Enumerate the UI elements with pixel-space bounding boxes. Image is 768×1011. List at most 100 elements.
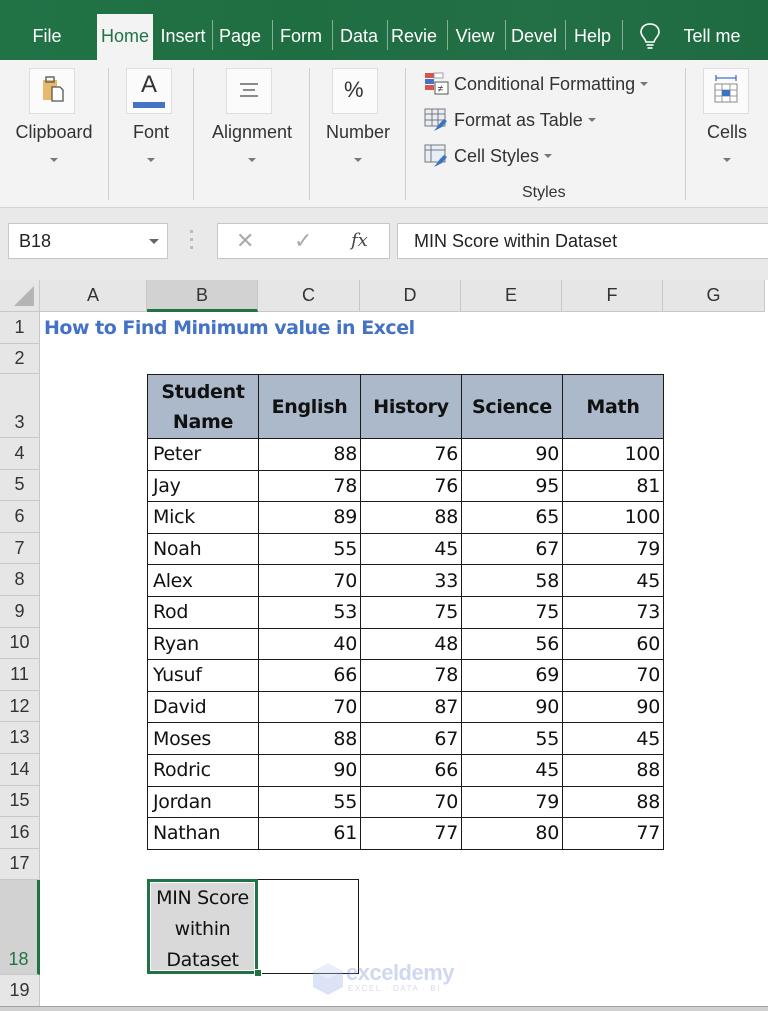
column-header-a[interactable]: A [40,280,147,312]
tab-home[interactable]: Home [97,14,153,60]
name-box[interactable]: B18 [8,223,168,259]
score-cell-english[interactable]: 88 [258,722,361,755]
score-cell-science[interactable]: 95 [461,469,563,503]
score-cell-science[interactable]: 65 [461,501,563,534]
score-cell-english[interactable]: 55 [258,532,361,566]
column-header-b[interactable]: B [147,280,258,312]
score-cell-history[interactable]: 76 [360,438,462,471]
row-header-1[interactable]: 1 [0,312,40,344]
score-cell-science[interactable]: 80 [461,817,563,850]
score-cell-english[interactable]: 61 [258,817,361,850]
conditional-formatting-button[interactable]: ≠ Conditional Formatting [424,70,649,98]
row-header-14[interactable]: 14 [0,754,40,786]
student-name-cell[interactable]: Nathan [147,817,259,850]
tab-file[interactable]: File [18,14,76,60]
score-cell-science[interactable]: 79 [461,785,563,819]
row-header-6[interactable]: 6 [0,501,40,533]
min-score-label-cell[interactable]: MIN Score within Dataset [147,879,258,974]
score-cell-history[interactable]: 87 [360,690,462,724]
alignment-group[interactable]: Alignment [194,60,309,200]
score-cell-history[interactable]: 45 [360,532,462,566]
row-header-17[interactable]: 17 [0,848,40,880]
student-name-cell[interactable]: Noah [147,532,259,566]
score-cell-math[interactable]: 81 [562,469,664,503]
row-header-15[interactable]: 15 [0,785,40,818]
student-name-cell[interactable]: Peter [147,438,259,471]
score-cell-english[interactable]: 90 [258,754,361,787]
row-header-9[interactable]: 9 [0,596,40,628]
score-cell-math[interactable]: 45 [562,564,664,597]
row-header-10[interactable]: 10 [0,627,40,660]
score-cell-science[interactable]: 58 [461,564,563,597]
score-cell-history[interactable]: 78 [360,659,462,692]
score-cell-math[interactable]: 88 [562,785,664,819]
table-header-cell[interactable]: English [258,374,361,439]
tab-data[interactable]: Data [332,14,386,60]
row-header-2[interactable]: 2 [0,344,40,374]
insert-function-icon[interactable]: fx [351,224,368,258]
score-cell-math[interactable]: 79 [562,532,664,566]
tab-view[interactable]: View [447,14,503,60]
score-cell-english[interactable]: 66 [258,659,361,692]
tab-formulas[interactable]: Form [272,14,330,60]
score-cell-history[interactable]: 33 [360,564,462,597]
table-header-cell[interactable]: Science [461,374,563,439]
score-cell-history[interactable]: 88 [360,501,462,534]
formula-bar-grip[interactable] [190,230,194,252]
tab-review[interactable]: Revie [387,14,441,60]
tab-help[interactable]: Help [565,14,620,60]
lightbulb-icon[interactable] [638,22,662,50]
student-name-cell[interactable]: Rodric [147,754,259,787]
enter-icon[interactable]: ✓ [294,224,312,258]
column-header-e[interactable]: E [461,280,562,312]
student-name-cell[interactable]: Jay [147,469,259,503]
format-as-table-button[interactable]: Format as Table [424,106,596,134]
score-cell-english[interactable]: 70 [258,564,361,597]
score-cell-english[interactable]: 88 [258,438,361,471]
score-cell-history[interactable]: 48 [360,627,462,661]
sheet-title[interactable]: How to Find Minimum value in Excel [44,312,415,344]
score-cell-english[interactable]: 70 [258,690,361,724]
table-header-cell[interactable]: Math [562,374,664,439]
row-header-18[interactable]: 18 [0,879,40,975]
score-cell-english[interactable]: 53 [258,596,361,629]
row-header-19[interactable]: 19 [0,974,40,1007]
tab-developer[interactable]: Devel [505,14,563,60]
clipboard-group[interactable]: Clipboard [0,60,108,200]
tell-me-search[interactable]: Tell me [672,14,752,60]
student-name-cell[interactable]: Rod [147,596,259,629]
score-cell-english[interactable]: 78 [258,469,361,503]
number-group[interactable]: % Number [310,60,404,200]
tab-page-layout[interactable]: Page [212,14,268,60]
fill-handle[interactable] [254,969,262,977]
tab-insert[interactable]: Insert [156,14,210,60]
table-header-cell[interactable]: History [360,374,462,439]
score-cell-english[interactable]: 89 [258,501,361,534]
column-header-d[interactable]: D [360,280,461,312]
font-group[interactable]: A Font [109,60,193,200]
score-cell-history[interactable]: 67 [360,722,462,755]
cell-styles-button[interactable]: Cell Styles [424,142,553,170]
student-name-cell[interactable]: Alex [147,564,259,597]
row-header-12[interactable]: 12 [0,690,40,723]
score-cell-history[interactable]: 76 [360,469,462,503]
column-header-f[interactable]: F [562,280,663,312]
student-name-cell[interactable]: Ryan [147,627,259,661]
score-cell-science[interactable]: 90 [461,438,563,471]
row-header-4[interactable]: 4 [0,438,40,470]
score-cell-math[interactable]: 90 [562,690,664,724]
row-header-8[interactable]: 8 [0,564,40,596]
score-cell-history[interactable]: 77 [360,817,462,850]
score-cell-math[interactable]: 60 [562,627,664,661]
student-name-cell[interactable]: David [147,690,259,724]
score-cell-math[interactable]: 100 [562,438,664,471]
score-cell-science[interactable]: 90 [461,690,563,724]
row-header-13[interactable]: 13 [0,722,40,754]
chevron-down-icon[interactable] [149,239,159,244]
score-cell-science[interactable]: 75 [461,596,563,629]
student-name-cell[interactable]: Moses [147,722,259,755]
score-cell-science[interactable]: 55 [461,722,563,755]
row-header-11[interactable]: 11 [0,659,40,691]
table-header-cell[interactable]: Student Name [147,374,259,439]
column-header-g[interactable]: G [663,280,765,312]
